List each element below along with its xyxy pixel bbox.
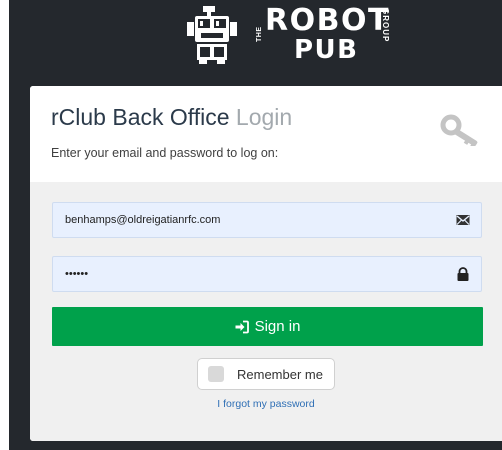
sign-in-icon bbox=[235, 320, 249, 333]
password-field[interactable] bbox=[52, 256, 482, 292]
email-input[interactable] bbox=[53, 203, 455, 237]
title-app-name: rClub Back Office bbox=[51, 104, 230, 130]
password-input[interactable] bbox=[53, 257, 455, 291]
brand-header: THE ROBOT PUB GROUP bbox=[9, 0, 502, 80]
remember-me-label: Remember me bbox=[237, 366, 323, 382]
sign-in-button[interactable]: Sign in bbox=[52, 307, 483, 346]
remember-me-toggle[interactable]: Remember me bbox=[197, 358, 335, 390]
lock-icon bbox=[457, 267, 469, 281]
logo-robot-text: ROBOT bbox=[265, 3, 390, 38]
page-title: rClub Back Office Login bbox=[51, 104, 292, 131]
remember-me-checkbox[interactable] bbox=[208, 366, 224, 382]
robot-pub-logo-icon bbox=[187, 6, 237, 64]
logo-pub-text: PUB bbox=[294, 35, 359, 65]
key-icon bbox=[440, 114, 478, 146]
login-form: Sign in Remember me I forgot my password bbox=[30, 182, 502, 441]
login-instructions: Enter your email and password to log on: bbox=[51, 146, 279, 160]
forgot-password-link[interactable]: I forgot my password bbox=[30, 398, 502, 410]
email-field[interactable] bbox=[52, 202, 482, 238]
title-login-word: Login bbox=[235, 104, 293, 130]
envelope-icon bbox=[456, 215, 470, 225]
logo-group-text: GROUP bbox=[381, 8, 390, 43]
left-edge-strip bbox=[0, 0, 9, 450]
sign-in-label: Sign in bbox=[254, 318, 301, 335]
login-card: rClub Back Office Login Enter your email… bbox=[30, 86, 502, 441]
logo-the-text: THE bbox=[256, 26, 263, 43]
login-card-header: rClub Back Office Login Enter your email… bbox=[30, 86, 502, 182]
